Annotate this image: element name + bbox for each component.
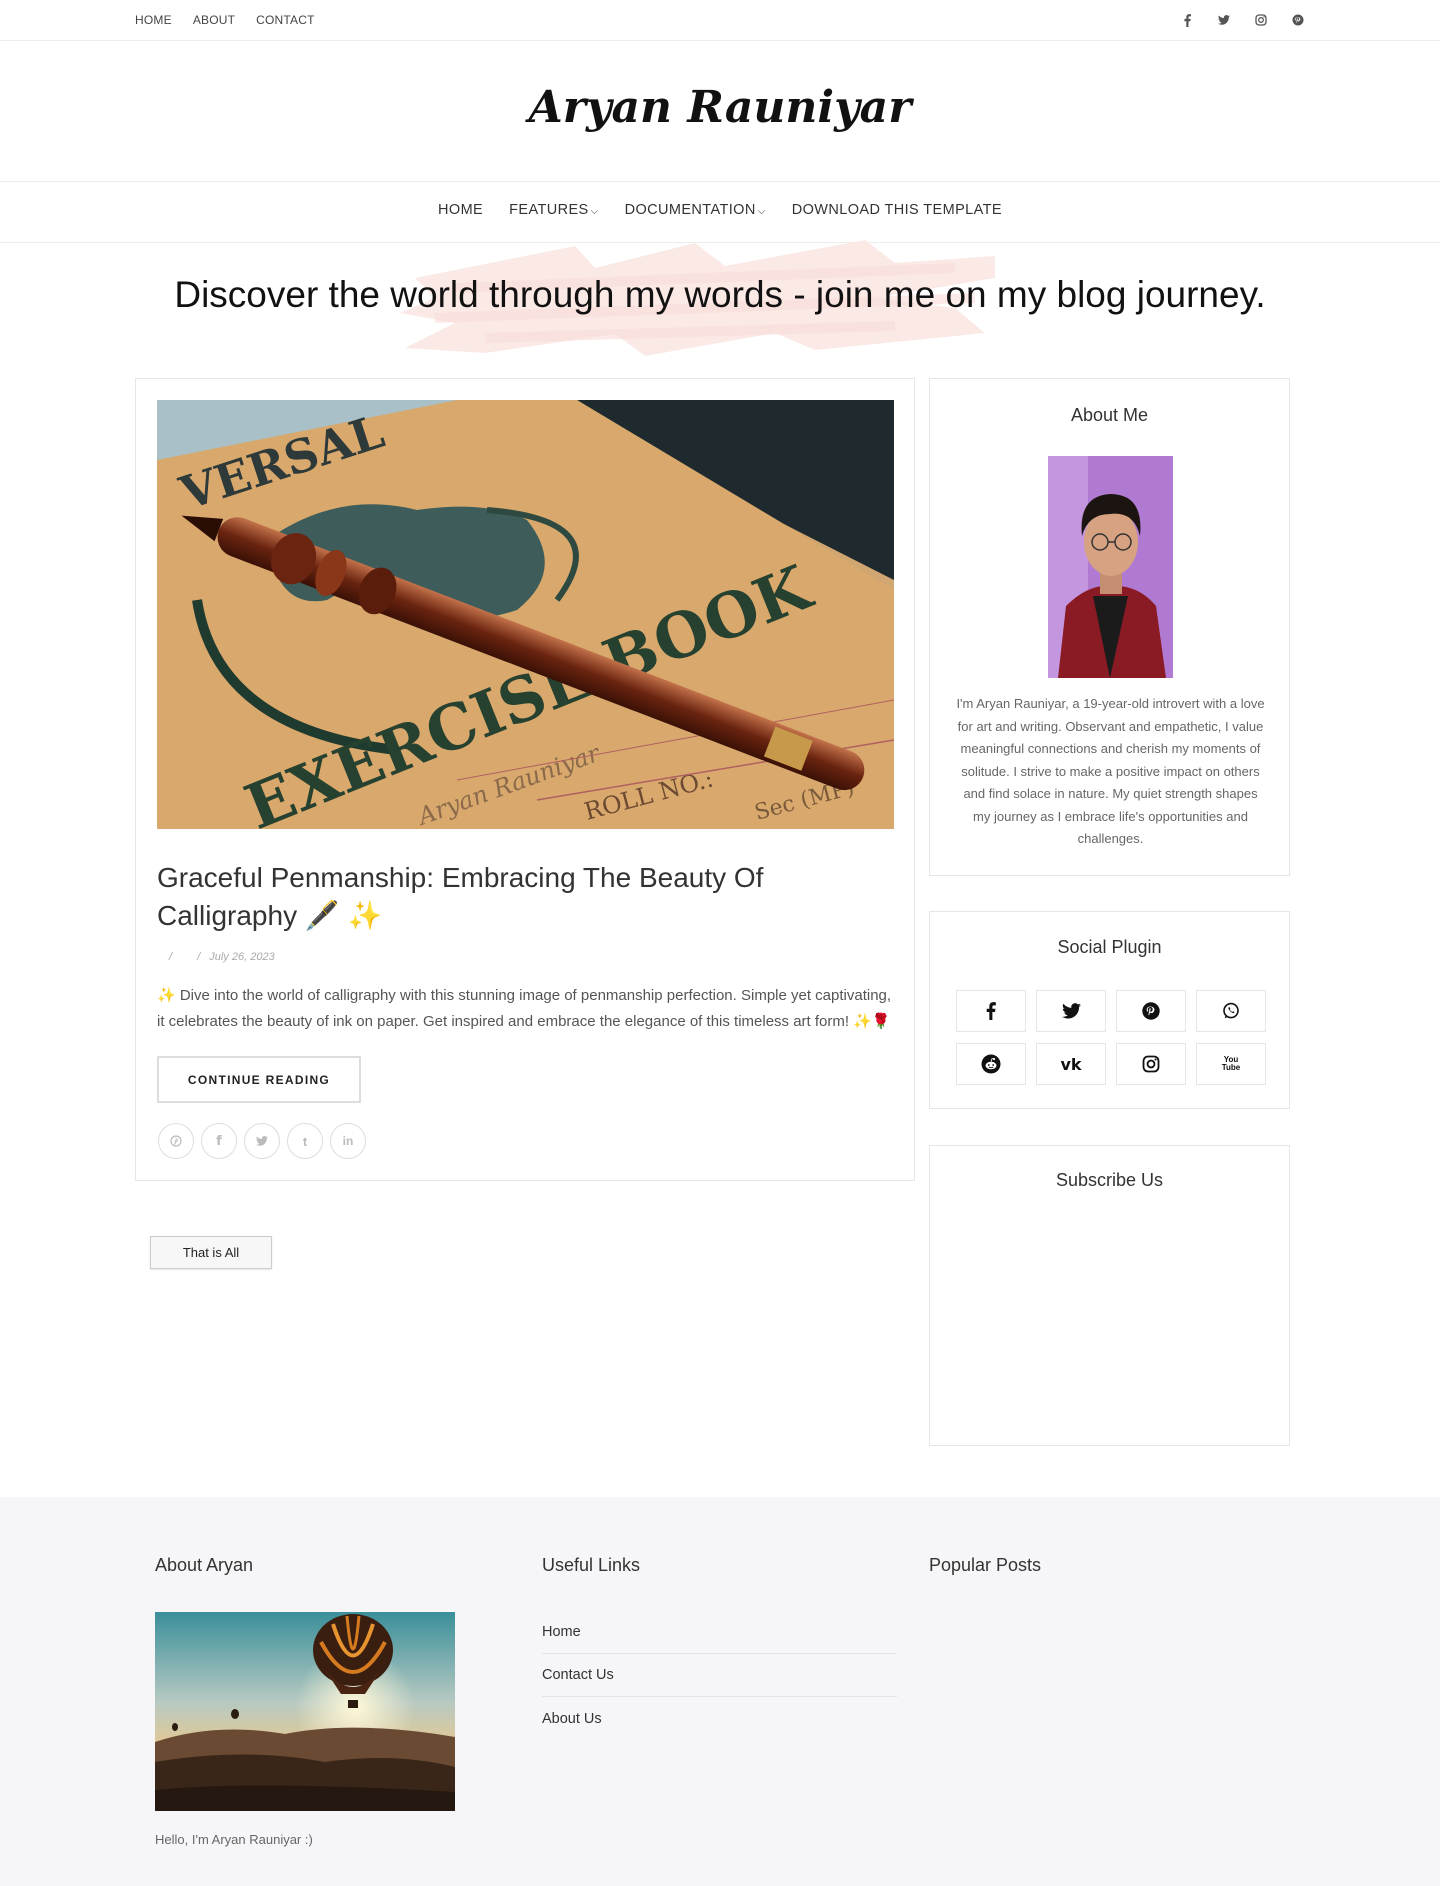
post-excerpt: ✨ Dive into the world of calligraphy wit… xyxy=(157,987,892,1030)
facebook-icon[interactable]: f xyxy=(201,1123,237,1159)
footer-popular-title: Popular Posts xyxy=(929,1555,1042,1575)
nav-documentation[interactable]: DOCUMENTATION ⌵ xyxy=(625,202,766,218)
post-card: VERSAL EXERCISE BOOK Aryan Rauniyar ROLL… xyxy=(135,378,915,1181)
top-link-contact[interactable]: CONTACT xyxy=(256,13,315,27)
post-title[interactable]: Graceful Penmanship: Embracing The Beaut… xyxy=(157,859,897,935)
instagram-icon[interactable] xyxy=(1251,11,1271,29)
top-social xyxy=(1177,11,1308,29)
about-me-text: I'm Aryan Rauniyar, a 19-year-old introv… xyxy=(956,696,1265,846)
whatsapp-icon[interactable] xyxy=(1196,990,1266,1032)
pinterest-icon[interactable] xyxy=(1116,990,1186,1032)
subscribe-title: Subscribe Us xyxy=(1055,1170,1164,1190)
linkedin-icon[interactable]: in xyxy=(330,1123,366,1159)
post-meta: / / July 26, 2023 xyxy=(169,951,275,963)
facebook-icon[interactable] xyxy=(1177,11,1197,29)
twitter-icon[interactable] xyxy=(244,1123,280,1159)
top-bar: HOME ABOUT CONTACT xyxy=(0,0,1440,41)
nav-home[interactable]: HOME xyxy=(438,202,483,218)
twitter-icon[interactable] xyxy=(1214,11,1234,29)
tumblr-icon[interactable]: t xyxy=(287,1123,323,1159)
meta-separator: / xyxy=(197,951,201,963)
footer: About Aryan Hello, I'm Aryan Rauniyar:)… xyxy=(0,1497,1440,1886)
footer-link-about[interactable]: About Us xyxy=(542,1697,897,1740)
footer-links-title: Useful Links xyxy=(542,1555,641,1575)
footer-link-contact[interactable]: Contact Us xyxy=(542,1654,897,1697)
balloon-image xyxy=(155,1612,455,1811)
main-nav: HOME FEATURES ⌵ DOCUMENTATION ⌵ DOWNLOAD T… xyxy=(0,181,1440,243)
social-buttons-grid: vk You Tube xyxy=(956,990,1266,1085)
top-links: HOME ABOUT CONTACT xyxy=(135,13,315,27)
continue-reading-button[interactable]: CONTINUE READING xyxy=(157,1056,361,1103)
about-me-title: About Me xyxy=(1070,405,1149,425)
footer-link-home[interactable]: Home xyxy=(542,1611,897,1654)
twitter-icon[interactable] xyxy=(1036,990,1106,1032)
that-is-all-button[interactable]: That is All xyxy=(150,1236,272,1269)
headline: Discover the world through my words - jo… xyxy=(174,274,1266,315)
instagram-icon[interactable] xyxy=(1116,1043,1186,1085)
nav-download[interactable]: DOWNLOAD THIS TEMPLATE xyxy=(792,202,1002,218)
facebook-icon[interactable] xyxy=(956,990,1026,1032)
avatar xyxy=(1048,456,1173,678)
top-link-about[interactable]: ABOUT xyxy=(193,13,235,27)
vk-icon[interactable]: vk xyxy=(1036,1043,1106,1085)
site-title[interactable]: Aryan Rauniyar xyxy=(0,82,1440,133)
meta-separator: / xyxy=(169,951,173,963)
footer-useful-links: Useful Links Home Contact Us About Us xyxy=(542,1555,897,1727)
footer-popular-posts: Popular Posts xyxy=(929,1555,1041,1576)
social-plugin-title: Social Plugin xyxy=(1057,937,1162,957)
chevron-down-icon: ⌵ xyxy=(757,206,766,217)
post-image[interactable]: VERSAL EXERCISE BOOK Aryan Rauniyar ROLL… xyxy=(157,400,894,829)
pinterest-icon[interactable] xyxy=(1288,11,1308,29)
reddit-icon[interactable] xyxy=(956,1043,1026,1085)
subscribe-widget: Subscribe Us xyxy=(929,1145,1290,1446)
share-buttons: f t in xyxy=(158,1123,366,1159)
youtube-label: You Tube xyxy=(1221,1055,1241,1072)
footer-hello-text: Hello, I'm Aryan Rauniyar :) xyxy=(155,1832,313,1847)
footer-about-title: About Aryan xyxy=(155,1555,254,1575)
top-link-home[interactable]: HOME xyxy=(135,13,172,27)
nav-features[interactable]: FEATURES ⌵ xyxy=(509,202,598,218)
social-plugin-widget: Social Plugin vk You Tube xyxy=(929,911,1290,1109)
chevron-down-icon: ⌵ xyxy=(590,206,599,217)
nav-home-label: HOME xyxy=(438,202,484,218)
youtube-icon[interactable]: You Tube xyxy=(1196,1043,1266,1085)
nav-download-label: DOWNLOAD THIS TEMPLATE xyxy=(791,202,1002,218)
pinterest-icon[interactable] xyxy=(158,1123,194,1159)
post-date: July 26, 2023 xyxy=(209,951,275,963)
footer-links-list: Home Contact Us About Us xyxy=(542,1611,897,1740)
nav-documentation-label: DOCUMENTATION xyxy=(624,202,756,218)
footer-about: About Aryan Hello, I'm Aryan Rauniyar:) xyxy=(155,1555,455,1847)
nav-features-label: FEATURES xyxy=(509,202,589,218)
about-me-widget: About Me I'm Aryan Rauniyar, a 19-year-o… xyxy=(929,378,1290,876)
